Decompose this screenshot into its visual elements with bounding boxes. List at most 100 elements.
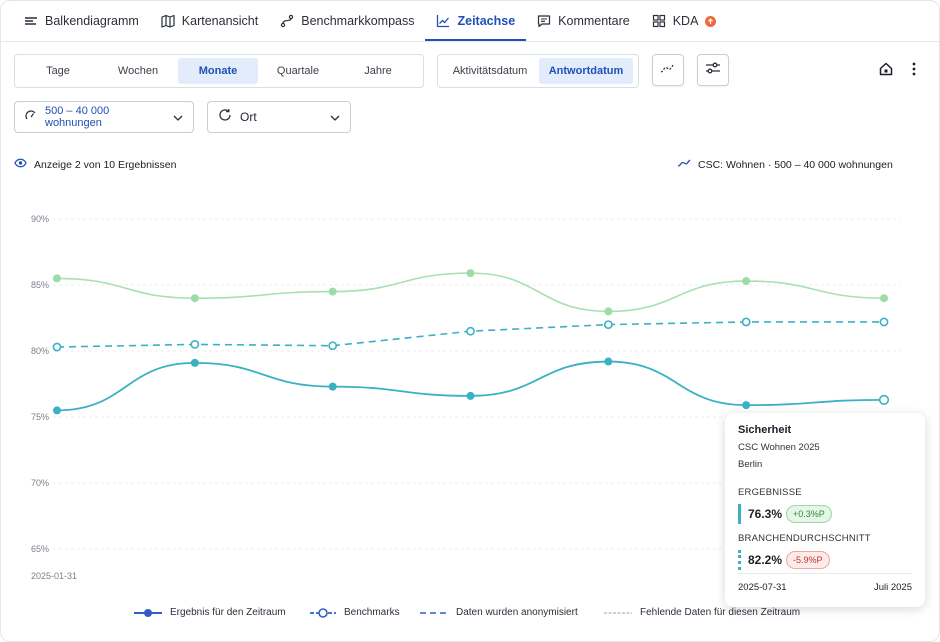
chevron-down-icon xyxy=(330,108,340,126)
home-icon xyxy=(879,62,893,81)
date-mode-selector: Aktivitätsdatum Antwortdatum xyxy=(437,54,639,88)
y-tick-label: 65% xyxy=(31,544,49,554)
grid-icon xyxy=(652,14,666,28)
legend-item-result[interactable]: Ergebnis für den Zeitraum xyxy=(134,607,286,618)
tooltip-title: Sicherheit xyxy=(738,424,792,436)
tooltip-industry-delta: -5.9%P xyxy=(786,551,830,569)
tab-label: Balkendiagramm xyxy=(45,14,139,28)
legend-label: Fehlende Daten für diesen Zeitraum xyxy=(640,607,801,618)
tab-label: Benchmarkkompass xyxy=(301,14,415,28)
more-vertical-icon xyxy=(912,62,916,81)
benchmark-point xyxy=(190,339,200,349)
date-mode-aktivitaetsdatum[interactable]: Aktivitätsdatum xyxy=(441,58,539,84)
refresh-icon xyxy=(218,108,232,127)
legend-dashed-marker-icon xyxy=(310,607,336,618)
results-info: Anzeige 2 von 10 Ergebnissen xyxy=(14,158,176,171)
tooltip-results-value: 76.3% xyxy=(748,507,783,521)
bars-icon xyxy=(24,14,38,28)
benchmark-info: CSC: Wohnen · 500 – 40 000 wohnungen xyxy=(677,158,893,171)
tooltip-period: Juli 2025 xyxy=(873,582,912,593)
industry-point xyxy=(604,307,613,316)
results-color-bar xyxy=(738,504,741,524)
industry-point xyxy=(328,287,337,296)
tab-zeitachse[interactable]: Zeitachse xyxy=(425,1,526,41)
trend-line-icon xyxy=(660,61,676,79)
benchmark-point xyxy=(52,342,62,352)
legend-item-anonymized[interactable]: Daten wurden anonymisiert xyxy=(420,607,578,618)
tab-label: Zeitachse xyxy=(457,14,516,28)
tooltip-subtitle: CSC Wohnen 2025 xyxy=(738,442,820,453)
tab-benchmarkkompass[interactable]: Benchmarkkompass xyxy=(269,1,425,41)
result-point xyxy=(742,401,751,410)
legend-item-missing[interactable]: Fehlende Daten für diesen Zeitraum xyxy=(604,607,800,618)
eye-icon xyxy=(14,158,27,171)
chart-tooltip: Sicherheit CSC Wohnen 2025 Berlin ERGEBN… xyxy=(725,413,925,607)
benchmark-point xyxy=(879,317,889,327)
legend-solid-marker-icon xyxy=(134,608,162,617)
benchmark-point xyxy=(741,317,751,327)
benchmark-point xyxy=(328,341,338,351)
legend-item-benchmark[interactable]: Benchmarks xyxy=(310,607,400,618)
y-tick-label: 90% xyxy=(31,214,49,224)
tooltip-industry-heading: BRANCHENDURCHSCHNITT xyxy=(738,533,871,544)
industry-point xyxy=(190,294,199,303)
up-arrow-icon xyxy=(705,15,717,27)
top-navigation: Balkendiagramm Kartenansicht Benchmarkko… xyxy=(1,1,939,42)
gauge-icon xyxy=(25,108,37,126)
tooltip-results-row: 76.3% +0.3%P xyxy=(738,504,912,524)
size-filter-dropdown[interactable]: 500 – 40 000 wohnungen xyxy=(14,101,194,133)
tab-label: Kommentare xyxy=(558,14,630,28)
period-option-monate[interactable]: Monate xyxy=(178,58,258,84)
benchmark-point xyxy=(466,326,475,336)
result-point-highlighted xyxy=(878,394,890,405)
result-point xyxy=(53,406,61,415)
industry-color-bar xyxy=(738,550,741,570)
period-option-wochen[interactable]: Wochen xyxy=(98,58,178,84)
tooltip-results-heading: ERGEBNISSE xyxy=(738,487,802,498)
industry-line xyxy=(56,272,885,313)
route-icon xyxy=(280,14,294,28)
size-filter-value: 500 – 40 000 wohnungen xyxy=(45,105,110,129)
tab-label: KDA xyxy=(672,14,699,28)
y-tick-label: 70% xyxy=(31,478,49,488)
tab-label: Kartenansicht xyxy=(181,14,259,28)
comment-icon xyxy=(537,14,551,28)
results-count-text: Anzeige 2 von 10 Ergebnissen xyxy=(34,158,177,171)
tooltip-date: 2025-07-31 xyxy=(738,582,787,593)
legend-fine-dash-icon xyxy=(604,612,632,613)
chevron-down-icon xyxy=(173,108,183,126)
sliders-icon xyxy=(705,61,721,80)
tab-balkendiagramm[interactable]: Balkendiagramm xyxy=(13,1,150,41)
y-tick-label: 85% xyxy=(31,280,49,290)
smooth-line-toggle-button[interactable] xyxy=(652,54,684,86)
period-option-quartale[interactable]: Quartale xyxy=(258,58,338,84)
map-icon xyxy=(161,14,175,28)
location-filter-dropdown[interactable]: Ort xyxy=(207,101,351,133)
settings-button[interactable] xyxy=(697,54,729,86)
industry-point xyxy=(742,277,751,286)
result-point xyxy=(466,391,475,400)
tab-kartenansicht[interactable]: Kartenansicht xyxy=(150,1,269,41)
line-chart-icon xyxy=(436,14,450,28)
date-mode-antwortdatum[interactable]: Antwortdatum xyxy=(539,58,633,84)
benchmark-point xyxy=(603,320,613,329)
y-tick-label: 80% xyxy=(31,346,49,356)
home-button[interactable] xyxy=(877,62,895,80)
tooltip-results-delta: +0.3%P xyxy=(786,505,832,523)
period-option-tage[interactable]: Tage xyxy=(18,58,98,84)
industry-point xyxy=(466,269,475,278)
benchmark-trend-icon xyxy=(677,158,691,171)
tooltip-industry-row: 82.2% -5.9%P xyxy=(738,550,912,570)
tab-kommentare[interactable]: Kommentare xyxy=(526,1,641,41)
app-frame: Balkendiagramm Kartenansicht Benchmarkko… xyxy=(0,0,940,642)
period-option-jahre[interactable]: Jahre xyxy=(338,58,418,84)
more-menu-button[interactable] xyxy=(907,62,921,80)
chart-legend: Ergebnis für den Zeitraum Benchmarks Dat… xyxy=(1,607,939,625)
result-point xyxy=(604,357,613,366)
result-line xyxy=(56,360,885,412)
result-point xyxy=(190,358,199,367)
tab-kda[interactable]: KDA xyxy=(641,1,728,41)
period-selector: Tage Wochen Monate Quartale Jahre xyxy=(14,54,424,88)
x-tick-label: 2025-01-31 xyxy=(31,571,77,581)
industry-point xyxy=(880,294,888,303)
